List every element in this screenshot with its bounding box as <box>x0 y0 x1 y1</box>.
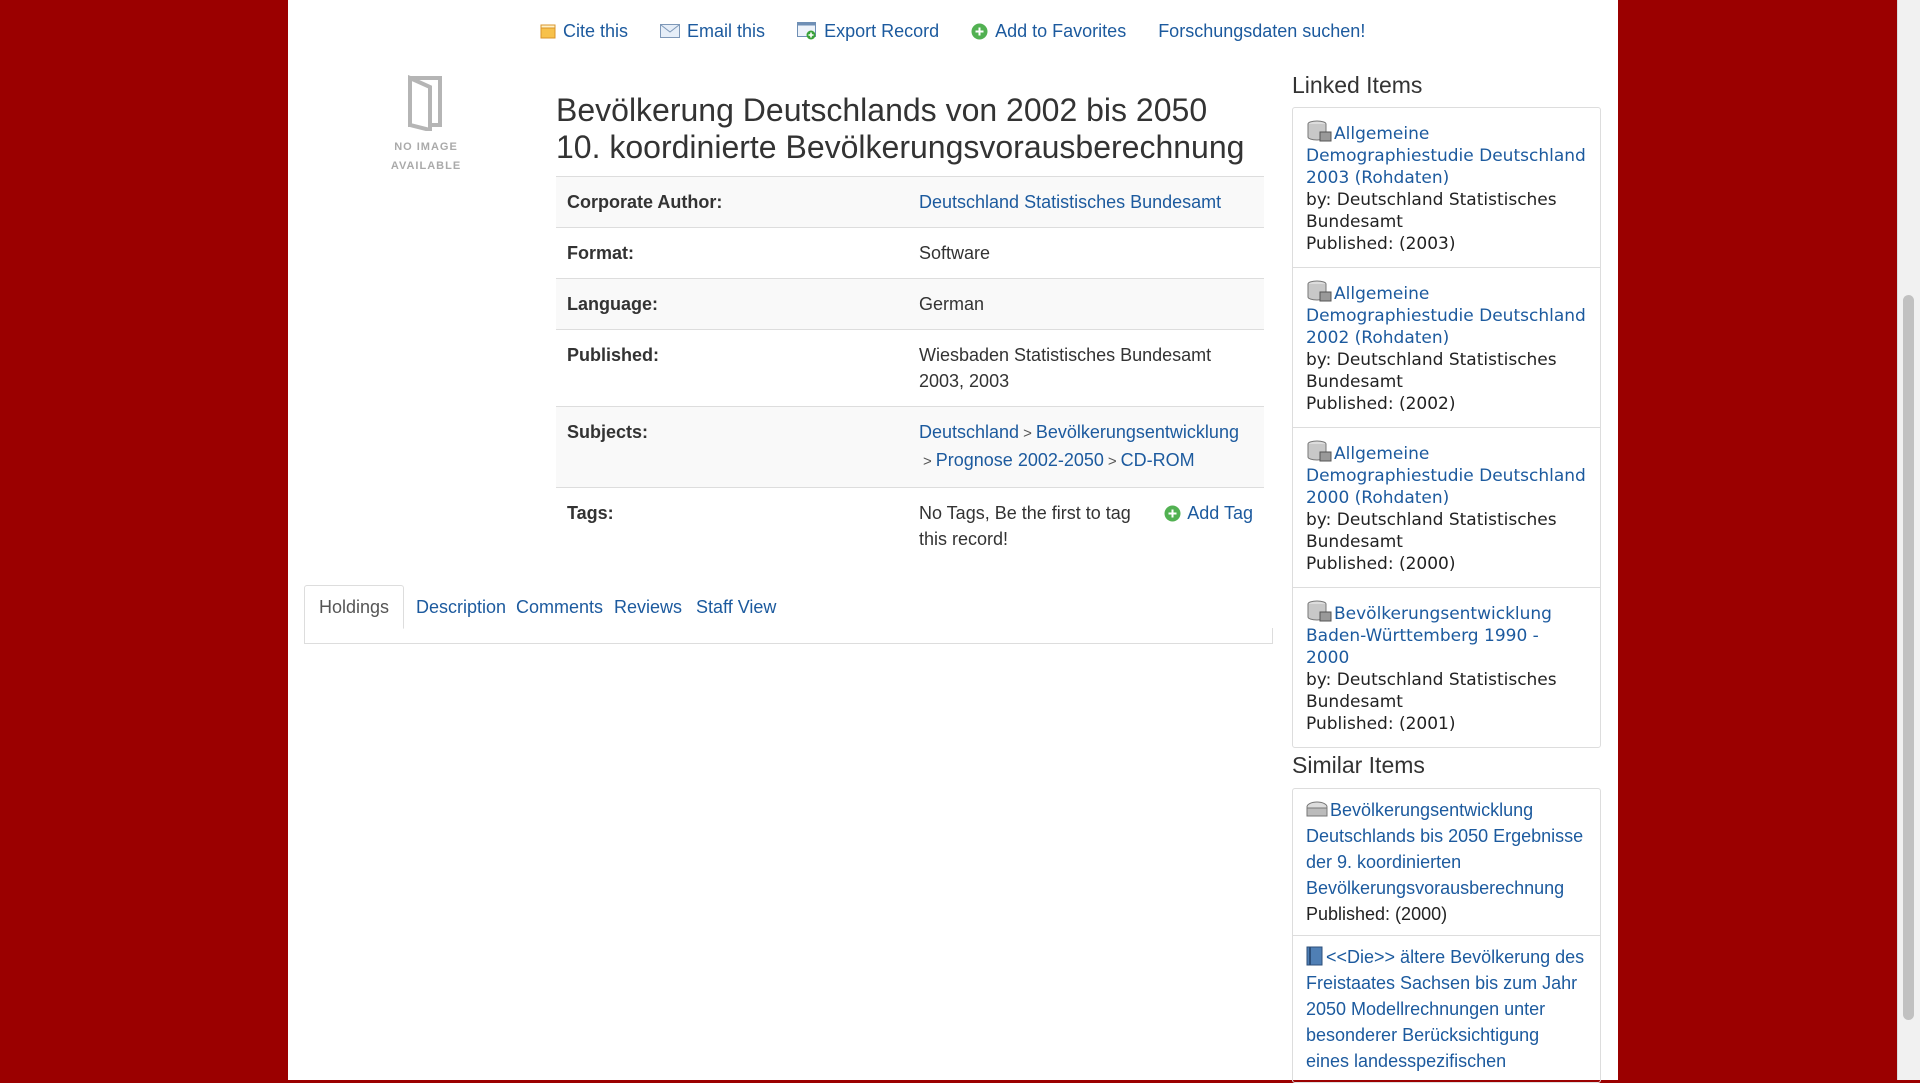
similar-item-title: <<Die>> ältere Bevölkerung des Freistaat… <box>1306 947 1585 1071</box>
email-this-link[interactable]: Email this <box>660 18 765 44</box>
email-this-label: Email this <box>687 20 766 41</box>
vertical-scrollbar[interactable] <box>1897 0 1920 1080</box>
format-value: Software <box>908 227 1264 279</box>
similar-items-list: Bevölkerungsentwicklung Deutschlands bis… <box>1292 788 1601 1083</box>
export-icon <box>797 22 817 40</box>
linked-item-link[interactable]: Allgemeine Demographiestudie Deutschland… <box>1306 280 1586 348</box>
subject-link-cd-rom[interactable]: CD-ROM <box>1121 450 1195 470</box>
linked-items-heading: Linked Items <box>1292 72 1423 98</box>
tags-value: No Tags, Be the first to tag this record… <box>908 487 1264 564</box>
published-label: Published: <box>556 329 908 407</box>
book-icon <box>1306 946 1323 966</box>
subject-link-deutschland[interactable]: Deutschland <box>919 422 1019 442</box>
record-title: Bevölkerung Deutschlands von 2002 bis 20… <box>556 92 1276 166</box>
list-item: Allgemeine Demographiestudie Deutschland… <box>1293 268 1600 428</box>
table-row: Corporate Author: Deutschland Statistisc… <box>556 176 1264 228</box>
subject-link-prognose[interactable]: Prognose 2002-2050 <box>936 450 1104 470</box>
record-toolbar: Cite this Email this Export Record Add t… <box>540 18 1365 44</box>
linked-item-title: Allgemeine Demographiestudie Deutschland… <box>1306 284 1586 348</box>
linked-item-link[interactable]: Bevölkerungsentwicklung Baden-Württember… <box>1306 600 1552 668</box>
chevron-right-icon: > <box>923 453 932 470</box>
tags-label: Tags: <box>556 487 908 564</box>
chevron-right-icon: > <box>1107 453 1117 470</box>
cite-this-label: Cite this <box>563 20 629 41</box>
linked-item-author: by: Deutschland Statistisches Bundesamt <box>1306 190 1557 232</box>
linked-item-link[interactable]: Allgemeine Demographiestudie Deutschland… <box>1306 440 1586 508</box>
title-line-1: Bevölkerung Deutschlands von 2002 bis 20… <box>556 92 1208 128</box>
page-content: Cite this Email this Export Record Add t… <box>288 0 1618 1083</box>
database-icon <box>1307 440 1332 462</box>
add-to-favorites-link[interactable]: Add to Favorites <box>971 18 1126 44</box>
table-row: Format: Software <box>556 227 1264 279</box>
subject-link-bevoelkerungsentwicklung[interactable]: Bevölkerungsentwicklung <box>1036 422 1239 442</box>
export-record-link[interactable]: Export Record <box>797 18 939 44</box>
linked-item-author: by: Deutschland Statistisches Bundesamt <box>1306 510 1557 552</box>
linked-item-author: by: Deutschland Statistisches Bundesamt <box>1306 670 1557 712</box>
list-item: Allgemeine Demographiestudie Deutschland… <box>1293 108 1600 268</box>
tab-staff-view[interactable]: Staff View <box>696 586 776 628</box>
similar-items-heading: Similar Items <box>1292 752 1425 778</box>
similar-item-title: Bevölkerungsentwicklung Deutschlands bis… <box>1306 800 1584 898</box>
chevron-right-icon: > <box>1023 425 1032 442</box>
list-item: Allgemeine Demographiestudie Deutschland… <box>1293 428 1600 588</box>
linked-items-list: Allgemeine Demographiestudie Deutschland… <box>1292 107 1601 748</box>
add-tag-button[interactable]: Add Tag <box>1164 500 1253 552</box>
tab-comments[interactable]: Comments <box>516 586 603 628</box>
subjects-label: Subjects: <box>556 406 908 488</box>
language-value: German <box>908 278 1264 330</box>
research-data-search-label: Forschungsdaten suchen! <box>1158 20 1366 41</box>
plus-circle-icon <box>1164 505 1181 522</box>
tab-reviews[interactable]: Reviews <box>614 586 682 628</box>
linked-item-published: Published: (2003) <box>1306 234 1456 254</box>
linked-item-title: Allgemeine Demographiestudie Deutschland… <box>1306 444 1586 508</box>
subjects-value: Deutschland > Bevölkerungsentwicklung > Pro… <box>908 406 1264 488</box>
linked-item-published: Published: (2002) <box>1306 394 1456 414</box>
list-item: Bevölkerungsentwicklung Baden-Württember… <box>1293 588 1600 747</box>
research-data-search-link[interactable]: Forschungsdaten suchen! <box>1158 18 1365 44</box>
linked-item-title: Allgemeine Demographiestudie Deutschland… <box>1306 124 1586 188</box>
database-icon <box>1307 280 1332 302</box>
no-image-placeholder: NO IMAGE AVAILABLE <box>386 74 466 176</box>
tab-content-panel <box>304 628 1273 644</box>
database-icon <box>1307 120 1332 142</box>
list-item: Bevölkerungsentwicklung Deutschlands bis… <box>1293 789 1600 936</box>
scrollbar-thumb[interactable] <box>1903 295 1914 1020</box>
title-line-2: 10. koordinierte Bevölkerungsvorausberec… <box>556 129 1245 165</box>
tags-empty-text: No Tags, Be the first to tag this record… <box>919 503 1131 549</box>
database-icon <box>1307 600 1332 622</box>
software-disc-icon <box>1306 801 1328 817</box>
corporate-author-label: Corporate Author: <box>556 176 908 228</box>
corporate-author-link[interactable]: Deutschland Statistisches Bundesamt <box>919 192 1221 212</box>
plus-circle-icon <box>971 23 988 39</box>
linked-item-title: Bevölkerungsentwicklung Baden-Württember… <box>1306 604 1552 668</box>
similar-item-link[interactable]: <<Die>> ältere Bevölkerung des Freistaat… <box>1306 946 1585 1071</box>
no-image-icon <box>408 74 442 133</box>
table-row: Language: German <box>556 278 1264 330</box>
format-label: Format: <box>556 227 908 279</box>
no-image-line2: AVAILABLE <box>390 160 462 172</box>
record-details-table: Corporate Author: Deutschland Statistisc… <box>556 176 1264 564</box>
similar-item-link[interactable]: Bevölkerungsentwicklung Deutschlands bis… <box>1306 800 1583 898</box>
add-tag-label: Add Tag <box>1187 503 1253 523</box>
add-to-favorites-label: Add to Favorites <box>995 20 1127 41</box>
linked-item-published: Published: (2000) <box>1306 554 1456 574</box>
similar-item-published: Published: (2000) <box>1306 904 1448 924</box>
table-row: Subjects: Deutschland > Bevölkerungsentwic… <box>556 406 1264 488</box>
tab-holdings[interactable]: Holdings <box>304 585 405 629</box>
published-value: Wiesbaden Statistisches Bundesamt 2003, … <box>908 329 1264 407</box>
table-row: Tags: No Tags, Be the first to tag this … <box>556 487 1264 564</box>
table-row: Published: Wiesbaden Statistisches Bunde… <box>556 329 1264 407</box>
cite-icon <box>540 24 556 39</box>
export-record-label: Export Record <box>824 20 940 41</box>
cite-this-link[interactable]: Cite this <box>540 18 628 44</box>
tab-description[interactable]: Description <box>416 586 506 628</box>
language-label: Language: <box>556 278 908 330</box>
linked-item-author: by: Deutschland Statistisches Bundesamt <box>1306 350 1557 392</box>
no-image-line1: NO IMAGE <box>394 141 458 153</box>
envelope-icon <box>660 24 681 38</box>
list-item: <<Die>> ältere Bevölkerung des Freistaat… <box>1293 936 1600 1082</box>
linked-item-published: Published: (2001) <box>1306 714 1456 734</box>
linked-item-link[interactable]: Allgemeine Demographiestudie Deutschland… <box>1306 120 1586 188</box>
